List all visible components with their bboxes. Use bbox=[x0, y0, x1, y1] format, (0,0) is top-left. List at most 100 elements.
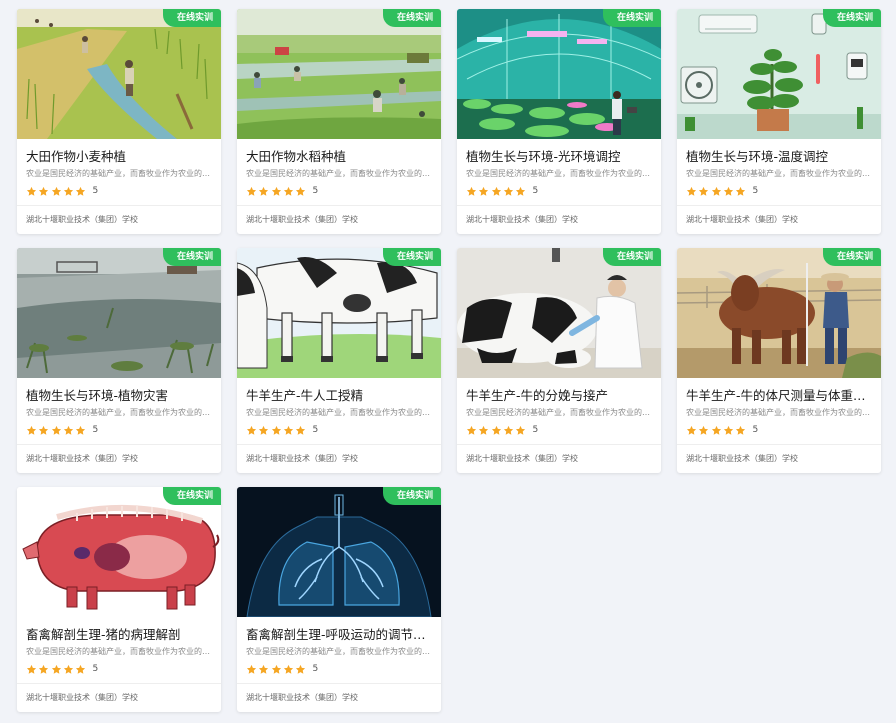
divider bbox=[17, 444, 221, 445]
rating: 5 bbox=[246, 423, 318, 437]
star-icon bbox=[479, 425, 489, 435]
star-icon bbox=[51, 664, 61, 674]
star-icon bbox=[63, 664, 73, 674]
divider bbox=[677, 205, 881, 206]
course-description: 农业是国民经济的基础产业，而畜牧业作为农业的… bbox=[466, 408, 650, 417]
star-icon bbox=[271, 186, 281, 196]
star-icon bbox=[259, 425, 269, 435]
divider bbox=[457, 444, 661, 445]
rating-score: 5 bbox=[532, 186, 539, 196]
school-name: 湖北十堰职业技术（集团）学校 bbox=[26, 215, 138, 224]
star-icon bbox=[516, 186, 526, 196]
course-title[interactable]: 牛羊生产-牛的体尺测量与体重估测 bbox=[686, 385, 874, 404]
course-thumbnail-flood[interactable] bbox=[17, 248, 221, 378]
course-card[interactable]: 在线实训 牛羊生产-牛人工授精 农业是国民经济的基础产业，而畜牧业作为农业的… … bbox=[237, 248, 441, 473]
course-title[interactable]: 大田作物小麦种植 bbox=[26, 146, 214, 165]
course-thumbnail-rice-paddy[interactable] bbox=[237, 9, 441, 139]
course-description: 农业是国民经济的基础产业，而畜牧业作为农业的… bbox=[686, 169, 870, 178]
star-icon bbox=[466, 425, 477, 435]
school-name: 湖北十堰职业技术（集团）学校 bbox=[466, 215, 578, 224]
school-name: 湖北十堰职业技术（集团）学校 bbox=[686, 454, 798, 463]
star-icon bbox=[283, 664, 293, 674]
star-icon bbox=[26, 425, 37, 435]
rating: 5 bbox=[466, 184, 538, 198]
star-icon bbox=[711, 186, 721, 196]
course-card[interactable]: 在线实训 植物生长与环境-温度调控 农业是国民经济的基础产业，而畜牧业作为农业的… bbox=[677, 9, 881, 234]
course-title[interactable]: 植物生长与环境-光环境调控 bbox=[466, 146, 654, 165]
star-icon bbox=[736, 186, 746, 196]
star-icon bbox=[271, 425, 281, 435]
course-card[interactable]: 在线实训 畜禽解剖生理-猪的病理解剖 农业是国民经济的基础产业，而畜牧业作为农业… bbox=[17, 487, 221, 712]
course-card[interactable]: 在线实训 大田作物小麦种植 农业是国民经济的基础产业，而畜牧业作为农业的… 5 … bbox=[17, 9, 221, 234]
star-icon bbox=[723, 425, 733, 435]
divider bbox=[677, 444, 881, 445]
course-title[interactable]: 畜禽解剖生理-呼吸运动的调节模… bbox=[246, 624, 434, 643]
star-icon bbox=[246, 664, 257, 674]
rating-score: 5 bbox=[532, 425, 539, 435]
course-thumbnail-cows[interactable] bbox=[237, 248, 441, 378]
rating: 5 bbox=[466, 423, 538, 437]
star-icon bbox=[259, 186, 269, 196]
course-thumbnail-bull-measure[interactable] bbox=[677, 248, 881, 378]
rating: 5 bbox=[26, 423, 98, 437]
course-title[interactable]: 植物生长与环境-植物灾害 bbox=[26, 385, 214, 404]
course-thumbnail-pig-anatomy[interactable] bbox=[17, 487, 221, 617]
online-training-badge: 在线实训 bbox=[382, 9, 441, 27]
course-card[interactable]: 在线实训 植物生长与环境-光环境调控 农业是国民经济的基础产业，而畜牧业作为农业… bbox=[457, 9, 661, 234]
rating-score: 5 bbox=[752, 425, 759, 435]
course-thumbnail-greenhouse[interactable] bbox=[457, 9, 661, 139]
star-icon bbox=[246, 186, 257, 196]
online-training-badge: 在线实训 bbox=[162, 487, 221, 505]
star-icon bbox=[39, 664, 49, 674]
star-icon bbox=[491, 186, 501, 196]
star-icon bbox=[296, 186, 306, 196]
star-icon bbox=[503, 425, 513, 435]
divider bbox=[237, 205, 441, 206]
rating-score: 5 bbox=[312, 186, 319, 196]
course-description: 农业是国民经济的基础产业，而畜牧业作为农业的… bbox=[246, 647, 430, 656]
course-thumbnail-wheat-field[interactable] bbox=[17, 9, 221, 139]
online-training-badge: 在线实训 bbox=[602, 9, 661, 27]
course-description: 农业是国民经济的基础产业，而畜牧业作为农业的… bbox=[246, 408, 430, 417]
divider bbox=[457, 205, 661, 206]
online-training-badge: 在线实训 bbox=[602, 248, 661, 266]
course-title[interactable]: 植物生长与环境-温度调控 bbox=[686, 146, 874, 165]
star-icon bbox=[479, 186, 489, 196]
course-thumbnail-calving[interactable] bbox=[457, 248, 661, 378]
rating-score: 5 bbox=[92, 664, 99, 674]
course-description: 农业是国民经济的基础产业，而畜牧业作为农业的… bbox=[686, 408, 870, 417]
course-card[interactable]: 在线实训 大田作物水稻种植 农业是国民经济的基础产业，而畜牧业作为农业的… 5 … bbox=[237, 9, 441, 234]
course-thumbnail-lungs[interactable] bbox=[237, 487, 441, 617]
online-training-badge: 在线实训 bbox=[162, 248, 221, 266]
course-title[interactable]: 畜禽解剖生理-猪的病理解剖 bbox=[26, 624, 214, 643]
star-icon bbox=[26, 186, 37, 196]
course-description: 农业是国民经济的基础产业，而畜牧业作为农业的… bbox=[246, 169, 430, 178]
divider bbox=[237, 683, 441, 684]
star-icon bbox=[491, 425, 501, 435]
course-title[interactable]: 大田作物水稻种植 bbox=[246, 146, 434, 165]
rating: 5 bbox=[246, 662, 318, 676]
rating: 5 bbox=[246, 184, 318, 198]
star-icon bbox=[699, 186, 709, 196]
star-icon bbox=[283, 186, 293, 196]
rating: 5 bbox=[26, 184, 98, 198]
star-icon bbox=[723, 186, 733, 196]
school-name: 湖北十堰职业技术（集团）学校 bbox=[466, 454, 578, 463]
divider bbox=[237, 444, 441, 445]
course-card[interactable]: 在线实训 牛羊生产-牛的分娩与接产 农业是国民经济的基础产业，而畜牧业作为农业的… bbox=[457, 248, 661, 473]
course-thumbnail-temperature[interactable] bbox=[677, 9, 881, 139]
school-name: 湖北十堰职业技术（集团）学校 bbox=[246, 215, 358, 224]
star-icon bbox=[246, 425, 257, 435]
course-description: 农业是国民经济的基础产业，而畜牧业作为农业的… bbox=[26, 647, 210, 656]
course-card[interactable]: 在线实训 植物生长与环境-植物灾害 农业是国民经济的基础产业，而畜牧业作为农业的… bbox=[17, 248, 221, 473]
online-training-badge: 在线实训 bbox=[822, 248, 881, 266]
star-icon bbox=[296, 425, 306, 435]
school-name: 湖北十堰职业技术（集团）学校 bbox=[686, 215, 798, 224]
course-title[interactable]: 牛羊生产-牛的分娩与接产 bbox=[466, 385, 654, 404]
course-card[interactable]: 在线实训 牛羊生产-牛的体尺测量与体重估测 农业是国民经济的基础产业，而畜牧业作… bbox=[677, 248, 881, 473]
course-title[interactable]: 牛羊生产-牛人工授精 bbox=[246, 385, 434, 404]
school-name: 湖北十堰职业技术（集团）学校 bbox=[26, 454, 138, 463]
divider bbox=[17, 683, 221, 684]
course-card[interactable]: 在线实训 畜禽解剖生理-呼吸运动的调节模… 农业是国民经济的基础产业，而畜牧业作… bbox=[237, 487, 441, 712]
star-icon bbox=[711, 425, 721, 435]
